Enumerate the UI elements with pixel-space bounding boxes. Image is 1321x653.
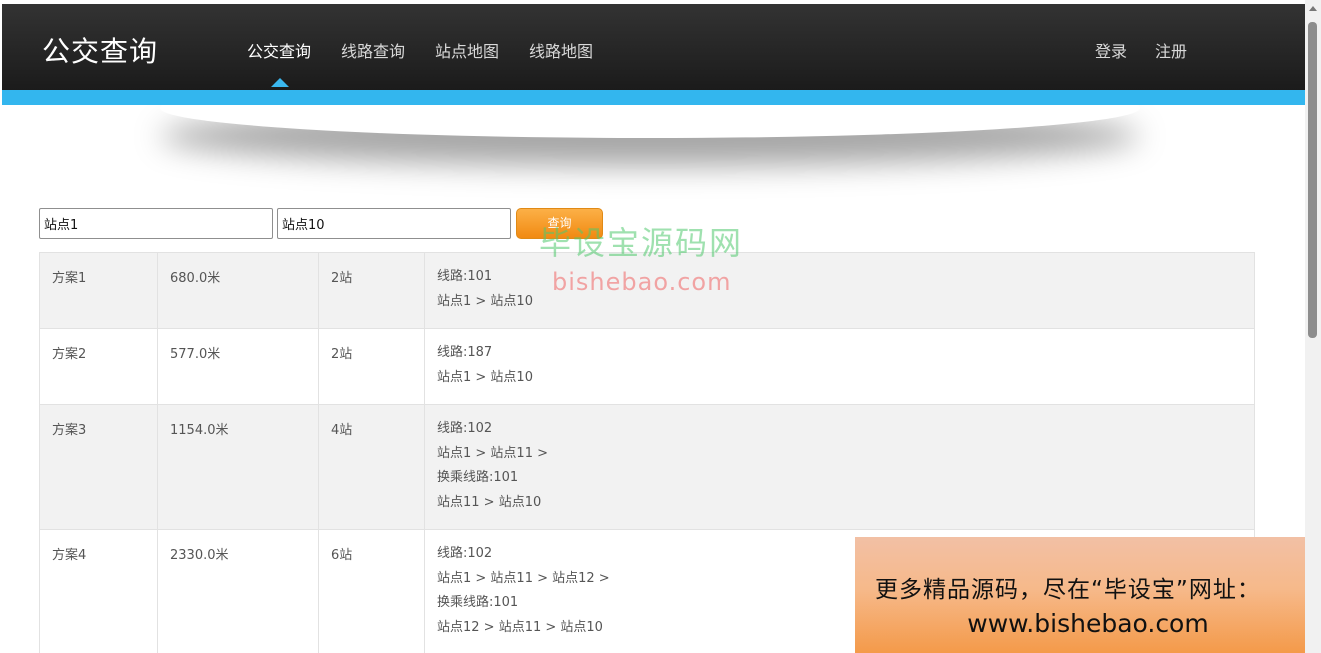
table-row[interactable]: 方案3 1154.0米 4站 线路:102 站点1 > 站点11 > 换乘线路:… [39,404,1255,530]
ad-url: www.bishebao.com [967,609,1209,638]
accent-bar [2,90,1305,105]
register-link[interactable]: 注册 [1155,38,1187,62]
main-nav: 公交查询 线路查询 站点地图 线路地图 [247,38,623,62]
active-nav-caret [271,78,289,87]
scroll-thumb[interactable] [1308,22,1317,338]
route-line: 站点11 > 站点10 [437,494,542,510]
user-nav: 登录 注册 [1095,38,1215,62]
distance-cell: 680.0米 [157,252,319,329]
from-stop-input[interactable] [39,208,273,239]
header: 公交查询 公交查询 线路查询 站点地图 线路地图 登录 注册 [2,4,1305,90]
stops-cell: 4站 [318,404,425,530]
distance-cell: 577.0米 [157,328,319,405]
route-cell: 线路:102 站点1 > 站点11 > 换乘线路:101 站点11 > 站点10 [424,404,1255,530]
page: 公交查询 公交查询 线路查询 站点地图 线路地图 登录 注册 查询 方案1 68… [0,0,1321,653]
ad-text: 更多精品源码，尽在“毕设宝”网址： [875,577,1261,603]
plan-cell: 方案4 [39,529,158,653]
plan-cell: 方案3 [39,404,158,530]
stops-cell: 2站 [318,252,425,329]
distance-cell: 2330.0米 [157,529,319,653]
watermark-url: bishebao.com [552,268,732,296]
route-line: 线路:187 [437,345,493,360]
to-stop-input[interactable] [277,208,511,239]
route-line: 线路:102 [437,421,493,436]
nav-line-map[interactable]: 线路地图 [529,38,593,62]
stops-cell: 2站 [318,328,425,405]
nav-line-query[interactable]: 线路查询 [341,38,405,62]
site-logo[interactable]: 公交查询 [42,30,158,70]
table-row[interactable]: 方案2 577.0米 2站 线路:187 站点1 > 站点10 [39,328,1255,405]
scroll-up-icon[interactable] [1309,6,1317,11]
login-link[interactable]: 登录 [1095,38,1127,62]
nav-bus-query[interactable]: 公交查询 [247,38,311,62]
route-cell: 线路:187 站点1 > 站点10 [424,328,1255,405]
vertical-scrollbar[interactable] [1305,0,1321,653]
watermark-text: 毕设宝源码网 [539,224,744,262]
distance-cell: 1154.0米 [157,404,319,530]
stops-cell: 6站 [318,529,425,653]
plan-cell: 方案2 [39,328,158,405]
plan-cell: 方案1 [39,252,158,329]
nav-stop-map[interactable]: 站点地图 [435,38,499,62]
ad-banner[interactable]: 更多精品源码，尽在“毕设宝”网址： www.bishebao.com [855,537,1321,653]
route-line: 站点1 > 站点11 > [437,445,548,461]
route-line: 站点1 > 站点10 [437,369,533,385]
route-line: 换乘线路:101 [437,470,519,485]
